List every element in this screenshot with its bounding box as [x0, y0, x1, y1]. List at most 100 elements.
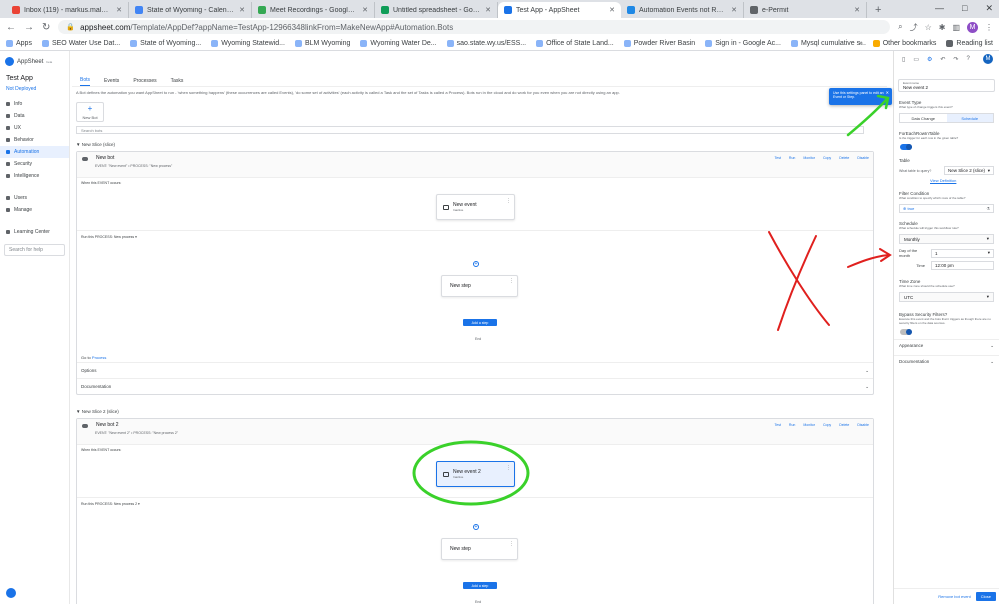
add-step-plus-icon[interactable]: +: [473, 524, 479, 530]
day-of-month-select[interactable]: 1 ▾: [931, 248, 994, 258]
documentation-section[interactable]: Documentation ⌄: [894, 355, 999, 367]
bookmark[interactable]: State of Wyoming...: [130, 39, 201, 47]
copy-button[interactable]: Copy: [823, 423, 831, 427]
tab-bots[interactable]: Bots: [80, 77, 91, 86]
run-button[interactable]: Run: [789, 423, 795, 427]
sidebar-icon[interactable]: ▥: [952, 23, 960, 32]
close-window-button[interactable]: ✕: [985, 3, 993, 14]
nav-item-automation[interactable]: Automation: [0, 146, 69, 158]
nav-item-security[interactable]: Security: [0, 158, 69, 170]
close-icon[interactable]: ✕: [854, 6, 860, 14]
search-bots-input[interactable]: Search bots: [76, 126, 864, 134]
nav-item-behavior[interactable]: Behavior: [0, 134, 69, 146]
settings-icon[interactable]: ⚙: [927, 56, 932, 63]
more-icon[interactable]: ⋮: [506, 198, 511, 204]
documentation-section[interactable]: Documentation ⌄: [77, 378, 873, 394]
help-icon[interactable]: ?: [966, 56, 969, 62]
step-card[interactable]: New step ⋮: [441, 275, 518, 297]
more-bookmarks-button[interactable]: »: [859, 40, 863, 47]
more-icon[interactable]: ⋮: [509, 278, 514, 284]
bookmark[interactable]: Mysql cumulative s...: [790, 39, 866, 47]
more-icon[interactable]: ⋮: [509, 541, 514, 547]
zoom-icon[interactable]: ⌕: [898, 22, 902, 32]
more-icon[interactable]: ⋮: [506, 465, 511, 471]
close-icon[interactable]: ✕: [116, 6, 122, 14]
close-icon[interactable]: ✕: [239, 6, 245, 14]
bot-header[interactable]: New bot EVENT: "New event" • PROCESS: "N…: [77, 152, 873, 178]
goto-process-link[interactable]: Process: [92, 355, 106, 360]
browser-tab[interactable]: State of Wyoming - Calendar - •✕: [129, 2, 252, 18]
tab-processes[interactable]: Processes: [133, 78, 156, 86]
bookmark[interactable]: Apps: [6, 39, 32, 47]
star-icon[interactable]: ☆: [925, 23, 932, 32]
url-input[interactable]: 🔒 appsheet.com/Template/AppDef?appName=T…: [58, 20, 891, 34]
schedule-option[interactable]: Schedule: [946, 114, 993, 122]
bookmark[interactable]: Powder River Basin: [623, 39, 695, 47]
remove-bot-event-button[interactable]: Remove bot event: [938, 594, 970, 599]
delete-button[interactable]: Delete: [839, 423, 849, 427]
share-icon[interactable]: ⤴: [910, 22, 918, 33]
foreach-toggle[interactable]: [900, 144, 912, 150]
tab-events[interactable]: Events: [104, 78, 119, 86]
search-help-input[interactable]: Search for help: [4, 244, 65, 256]
filter-input[interactable]: ⊕ true ⚗: [899, 204, 994, 213]
profile-avatar[interactable]: M: [967, 21, 978, 33]
monitor-button[interactable]: Monitor: [803, 423, 815, 427]
reading-list[interactable]: Reading list: [946, 40, 993, 47]
delete-button[interactable]: Delete: [839, 156, 849, 160]
deploy-status[interactable]: Not Deployed: [0, 84, 69, 98]
event-card[interactable]: New event Inactive ⋮: [436, 194, 515, 220]
monitor-button[interactable]: Monitor: [803, 156, 815, 160]
other-bookmarks[interactable]: Other bookmarks: [872, 40, 936, 47]
nav-item-info[interactable]: Info: [0, 98, 69, 110]
redo-icon[interactable]: ↷: [953, 56, 958, 63]
run-process-row[interactable]: Run this PROCESS: New process 2 ▾: [77, 497, 873, 510]
event-name-field[interactable]: Event name New event 2: [898, 79, 995, 92]
disable-button[interactable]: Disable: [857, 156, 869, 160]
time-input[interactable]: 12:00 pm: [931, 261, 994, 270]
user-avatar[interactable]: M: [983, 54, 993, 64]
maximize-button[interactable]: □: [962, 3, 967, 14]
run-button[interactable]: Run: [789, 156, 795, 160]
nav-item-data[interactable]: Data: [0, 110, 69, 122]
close-icon[interactable]: ✕: [362, 6, 368, 14]
event-card-selected[interactable]: New event 2 Inactive ⋮: [436, 461, 515, 487]
phone-icon[interactable]: ▯: [902, 56, 905, 63]
options-section[interactable]: Options ⌄: [77, 362, 873, 378]
add-step-button[interactable]: Add a step: [463, 319, 497, 326]
minimize-button[interactable]: —: [935, 3, 944, 14]
browser-tab[interactable]: Untitled spreadsheet - Google S✕: [375, 2, 498, 18]
browser-tab[interactable]: Meet Recordings - Google Drive✕: [252, 2, 375, 18]
chat-button[interactable]: [6, 588, 16, 598]
schedule-select[interactable]: Monthly ▾: [899, 234, 994, 244]
bookmark[interactable]: SEO Water Use Dat...: [41, 39, 120, 47]
back-icon[interactable]: ←: [6, 22, 16, 33]
close-icon[interactable]: ✕: [485, 6, 491, 14]
disable-button[interactable]: Disable: [857, 423, 869, 427]
bot-header[interactable]: New bot 2 EVENT: "New event 2" • PROCESS…: [77, 419, 873, 445]
step-card[interactable]: New step ⋮: [441, 538, 518, 560]
nav-item-intelligence[interactable]: Intelligence: [0, 170, 69, 182]
bookmark[interactable]: Wyoming Water De...: [360, 39, 437, 47]
add-step-plus-icon[interactable]: +: [473, 261, 479, 267]
test-button[interactable]: Test: [775, 423, 781, 427]
new-bot-button[interactable]: + New Bot: [76, 102, 104, 122]
add-step-button[interactable]: Add a step: [463, 582, 497, 589]
close-button[interactable]: Close: [975, 592, 996, 601]
bookmark[interactable]: Sign in - Google Ac...: [705, 39, 781, 47]
browser-tab-active[interactable]: Test App - AppSheet ✕: [498, 2, 621, 18]
bookmark[interactable]: Wyoming Statewid...: [211, 39, 285, 47]
tab-tasks[interactable]: Tasks: [171, 78, 184, 86]
nav-item-manage[interactable]: Manage: [0, 204, 69, 216]
nav-item-learning-center[interactable]: Learning Center: [0, 226, 69, 238]
tooltip-close-icon[interactable]: ✕: [886, 90, 889, 95]
menu-icon[interactable]: ⋮: [985, 23, 993, 32]
copy-button[interactable]: Copy: [823, 156, 831, 160]
reload-icon[interactable]: ↻: [42, 22, 50, 33]
nav-item-users[interactable]: Users: [0, 192, 69, 204]
data-change-option[interactable]: Data Change: [900, 114, 947, 122]
new-tab-button[interactable]: +: [875, 4, 881, 16]
timezone-select[interactable]: UTC ▾: [899, 292, 994, 302]
browser-tab[interactable]: Automation Events not Reflecte✕: [621, 2, 744, 18]
bookmark[interactable]: BLM Wyoming: [294, 39, 350, 47]
